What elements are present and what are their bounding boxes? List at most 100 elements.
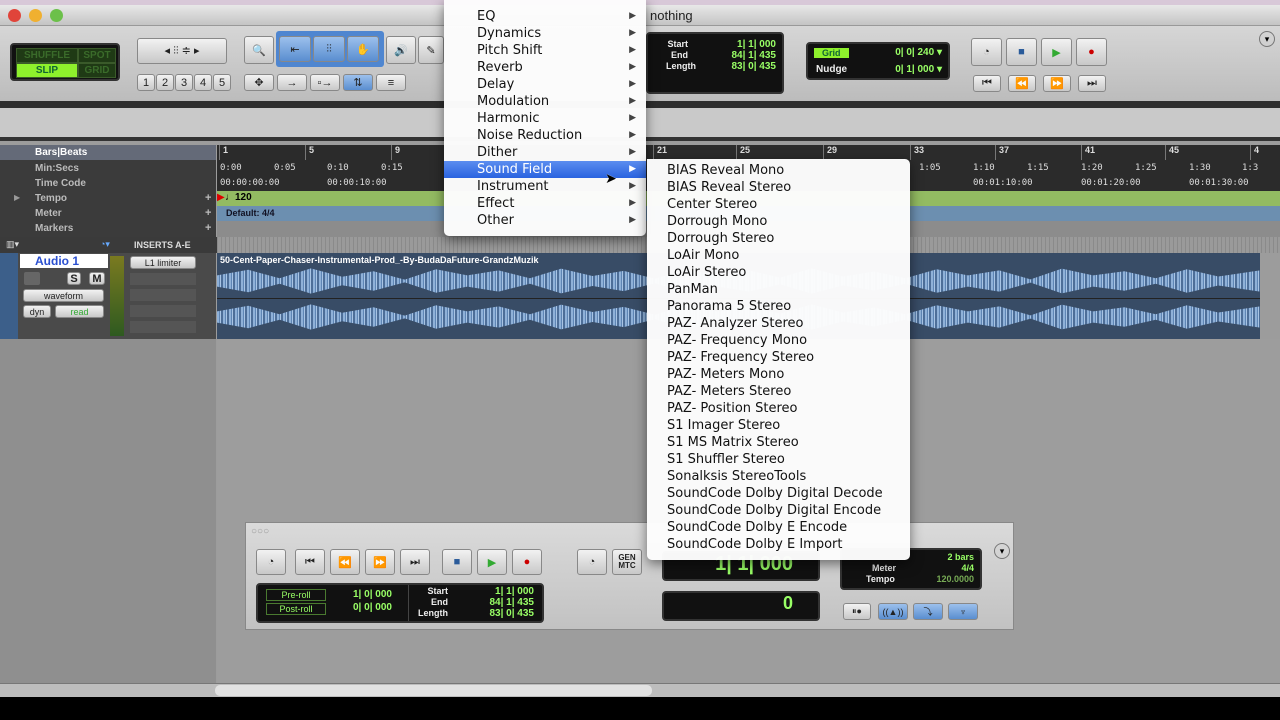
- automation-mode-selector[interactable]: read: [55, 305, 104, 318]
- minimize-button[interactable]: [29, 9, 42, 22]
- gen-mtc-button[interactable]: GEN MTC: [612, 549, 642, 575]
- zoomer-tool[interactable]: 🔍: [244, 36, 274, 64]
- nudge-value[interactable]: 0| 1| 000 ▾: [895, 64, 942, 75]
- ruler-label-tempo[interactable]: Tempo: [35, 193, 67, 204]
- zoom-preset-5[interactable]: 5: [213, 74, 231, 91]
- postroll-value[interactable]: 0| 0| 000: [353, 602, 392, 613]
- slip-mode-button[interactable]: SLIP: [16, 63, 78, 78]
- submenu-item[interactable]: BIAS Reveal Mono: [647, 162, 910, 179]
- menu-item-other[interactable]: Other ▶: [444, 212, 646, 229]
- submenu-item[interactable]: PanMan: [647, 281, 910, 298]
- submenu-item[interactable]: Dorrough Stereo: [647, 230, 910, 247]
- submenu-item[interactable]: LoAir Mono: [647, 247, 910, 264]
- online-button[interactable]: ◔: [971, 38, 1002, 66]
- submenu-item[interactable]: BIAS Reveal Stereo: [647, 179, 910, 196]
- grabber-tool[interactable]: ✋: [347, 36, 379, 62]
- fast-forward-button[interactable]: ⏩: [365, 549, 395, 575]
- expand-tempo-icon[interactable]: ▶: [14, 193, 20, 202]
- transport-menu-button[interactable]: ▾: [994, 543, 1010, 559]
- menu-item-harmonic[interactable]: Harmonic ▶: [444, 110, 646, 127]
- add-marker-icon[interactable]: +: [205, 222, 211, 234]
- end-value[interactable]: 84| 1| 435: [489, 597, 534, 608]
- tab-to-transient-button[interactable]: ✥: [244, 74, 274, 91]
- submenu-item[interactable]: S1 Shuffler Stereo: [647, 451, 910, 468]
- online-sync-button[interactable]: ◔: [577, 549, 607, 575]
- end-value[interactable]: 84| 1| 435: [731, 50, 776, 61]
- submenu-item[interactable]: SoundCode Dolby Digital Decode: [647, 485, 910, 502]
- conductor-button[interactable]: ♆: [948, 603, 978, 620]
- preroll-value[interactable]: 1| 0| 000: [353, 589, 392, 600]
- zoom-waveform-buttons[interactable]: ◂ ⫶⫶ ≑ ▸: [137, 38, 227, 64]
- grid-value[interactable]: 0| 0| 240 ▾: [895, 47, 942, 58]
- menu-item-eq[interactable]: EQ ▶: [444, 8, 646, 25]
- submenu-item[interactable]: S1 Imager Stereo: [647, 417, 910, 434]
- insert-slot-4[interactable]: [130, 305, 196, 317]
- zoom-preset-2[interactable]: 2: [156, 74, 174, 91]
- submenu-item[interactable]: SoundCode Dolby E Encode: [647, 519, 910, 536]
- submenu-item[interactable]: PAZ- Meters Stereo: [647, 383, 910, 400]
- ruler-label-min-secs[interactable]: Min:Secs: [35, 163, 79, 174]
- submenu-item[interactable]: Sonalksis StereoTools: [647, 468, 910, 485]
- return-to-zero-button[interactable]: ⏮: [295, 549, 325, 575]
- record-button[interactable]: ●: [512, 549, 542, 575]
- toolbar-menu-button[interactable]: ▾: [1259, 31, 1275, 47]
- go-to-end-button[interactable]: ⏭: [400, 549, 430, 575]
- menu-item-noise-reduction[interactable]: Noise Reduction ▶: [444, 127, 646, 144]
- submenu-item[interactable]: PAZ- Position Stereo: [647, 400, 910, 417]
- horizontal-scrollbar[interactable]: [0, 683, 1280, 697]
- track-name[interactable]: Audio 1: [20, 254, 108, 268]
- scrubber-tool[interactable]: 🔊: [386, 36, 416, 64]
- link-timeline-button[interactable]: →: [277, 74, 307, 91]
- spot-mode-button[interactable]: SPOT: [78, 48, 116, 63]
- window-controls-icon[interactable]: ○○○: [251, 526, 269, 537]
- ruler-label-timecode[interactable]: Time Code: [35, 178, 86, 189]
- dyn-button[interactable]: dyn: [23, 305, 51, 318]
- tempo-value[interactable]: 120.0000: [936, 574, 974, 584]
- insert-slot-5[interactable]: [130, 321, 196, 333]
- zoom-preset-1[interactable]: 1: [137, 74, 155, 91]
- insert-slot-3[interactable]: [130, 289, 196, 301]
- zoom-preset-3[interactable]: 3: [175, 74, 193, 91]
- meter-value[interactable]: 4/4: [961, 563, 974, 573]
- rewind-button[interactable]: ⏪: [1008, 75, 1036, 92]
- ruler-label-meter[interactable]: Meter: [35, 208, 62, 219]
- bars-beats-header[interactable]: [0, 145, 216, 160]
- menu-item-reverb[interactable]: Reverb ▶: [444, 59, 646, 76]
- mute-button[interactable]: M: [89, 272, 105, 285]
- midi-merge-button[interactable]: ⤵: [913, 603, 943, 620]
- play-button[interactable]: ▶: [1041, 38, 1072, 66]
- submenu-item[interactable]: LoAir Stereo: [647, 264, 910, 281]
- zoom-button[interactable]: [50, 9, 63, 22]
- sub-counter[interactable]: 0: [662, 591, 820, 621]
- tempo-marker-icon[interactable]: ▶: [217, 192, 225, 203]
- close-button[interactable]: [8, 9, 21, 22]
- menu-item-modulation[interactable]: Modulation ▶: [444, 93, 646, 110]
- submenu-item[interactable]: Dorrough Mono: [647, 213, 910, 230]
- submenu-item[interactable]: PAZ- Meters Mono: [647, 366, 910, 383]
- track-view-icon[interactable]: ▥▾: [6, 239, 19, 250]
- ruler-label-bars-beats[interactable]: Bars|Beats: [35, 147, 87, 158]
- postroll-button[interactable]: Post-roll: [266, 603, 326, 615]
- menu-item-delay[interactable]: Delay ▶: [444, 76, 646, 93]
- grid-mode-button[interactable]: GRID: [78, 63, 116, 78]
- timebase-icon[interactable]: ◔▾: [100, 239, 110, 250]
- add-meter-icon[interactable]: +: [205, 207, 211, 219]
- pencil-tool[interactable]: ✎: [418, 36, 444, 64]
- menu-item-effect[interactable]: Effect ▶: [444, 195, 646, 212]
- countoff-value[interactable]: 2 bars: [947, 552, 974, 562]
- submenu-item[interactable]: S1 MS Matrix Stereo: [647, 434, 910, 451]
- record-arm-button[interactable]: [24, 272, 40, 285]
- menu-item-dynamics[interactable]: Dynamics ▶: [444, 25, 646, 42]
- link-track-button[interactable]: ▫→: [310, 74, 340, 91]
- grid-button[interactable]: Grid: [814, 48, 849, 58]
- selector-tool[interactable]: ⫶⫶: [313, 36, 345, 62]
- solo-button[interactable]: S: [67, 272, 81, 285]
- metronome-button[interactable]: ((▲)): [878, 603, 908, 620]
- submenu-item[interactable]: PAZ- Frequency Mono: [647, 332, 910, 349]
- menu-item-pitch-shift[interactable]: Pitch Shift ▶: [444, 42, 646, 59]
- stop-button[interactable]: ■: [442, 549, 472, 575]
- play-button[interactable]: ▶: [477, 549, 507, 575]
- submenu-item[interactable]: Center Stereo: [647, 196, 910, 213]
- stop-button[interactable]: ■: [1006, 38, 1037, 66]
- submenu-item[interactable]: Panorama 5 Stereo: [647, 298, 910, 315]
